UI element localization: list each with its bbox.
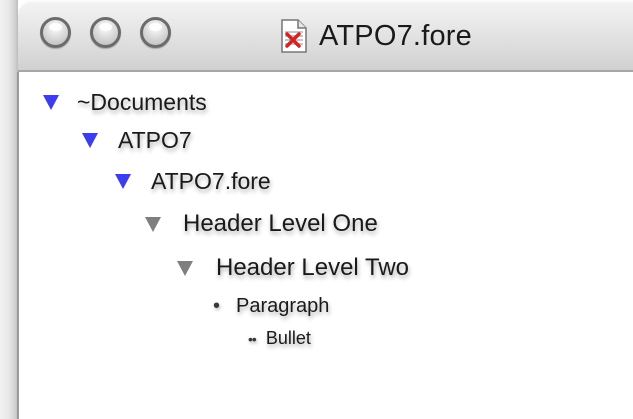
- close-button[interactable]: [40, 17, 71, 48]
- minimize-button[interactable]: [90, 17, 121, 48]
- outline-row-label: Bullet: [265, 328, 311, 348]
- double-bullet-icon: ••: [248, 330, 257, 347]
- disclosure-triangle-icon[interactable]: [145, 216, 161, 232]
- bullet-icon: •: [213, 295, 221, 317]
- disclosure-triangle-icon[interactable]: [115, 174, 131, 189]
- outline-row-label: ATPO7.fore: [151, 168, 271, 194]
- outline-row-label: Paragraph: [236, 295, 330, 317]
- window-title-group: ATPO7.fore: [279, 16, 472, 56]
- outline-row-header-level-one[interactable]: Header Level One: [145, 210, 378, 238]
- outline-row-bullet[interactable]: •• Bullet: [248, 328, 311, 349]
- outline-row-label: Header Level One: [183, 210, 378, 237]
- window-title: ATPO7.fore: [319, 19, 472, 52]
- window-left-edge: [0, 0, 18, 419]
- disclosure-triangle-icon[interactable]: [82, 133, 98, 148]
- outline-row-atpo7-fore[interactable]: ATPO7.fore: [115, 168, 271, 195]
- disclosure-triangle-icon[interactable]: [177, 260, 193, 276]
- outline-row-atpo7[interactable]: ATPO7: [82, 127, 192, 154]
- disclosure-triangle-icon[interactable]: [43, 95, 59, 110]
- outline-row-paragraph[interactable]: • Paragraph: [213, 295, 329, 318]
- outline-row-documents[interactable]: ~Documents: [43, 89, 207, 116]
- outline-row-label: Header Level Two: [216, 254, 410, 281]
- zoom-button[interactable]: [140, 17, 171, 48]
- outline-row-header-level-two[interactable]: Header Level Two: [177, 254, 409, 282]
- outline-content[interactable]: ~Documents ATPO7 ATPO7.fore Header Level…: [19, 72, 633, 419]
- outline-row-label: ~Documents: [77, 89, 207, 115]
- document-icon[interactable]: [279, 18, 309, 54]
- outline-window: ATPO7.fore ~Documents ATPO7 ATPO7.fore H…: [0, 0, 633, 419]
- outline-row-label: ATPO7: [118, 127, 192, 153]
